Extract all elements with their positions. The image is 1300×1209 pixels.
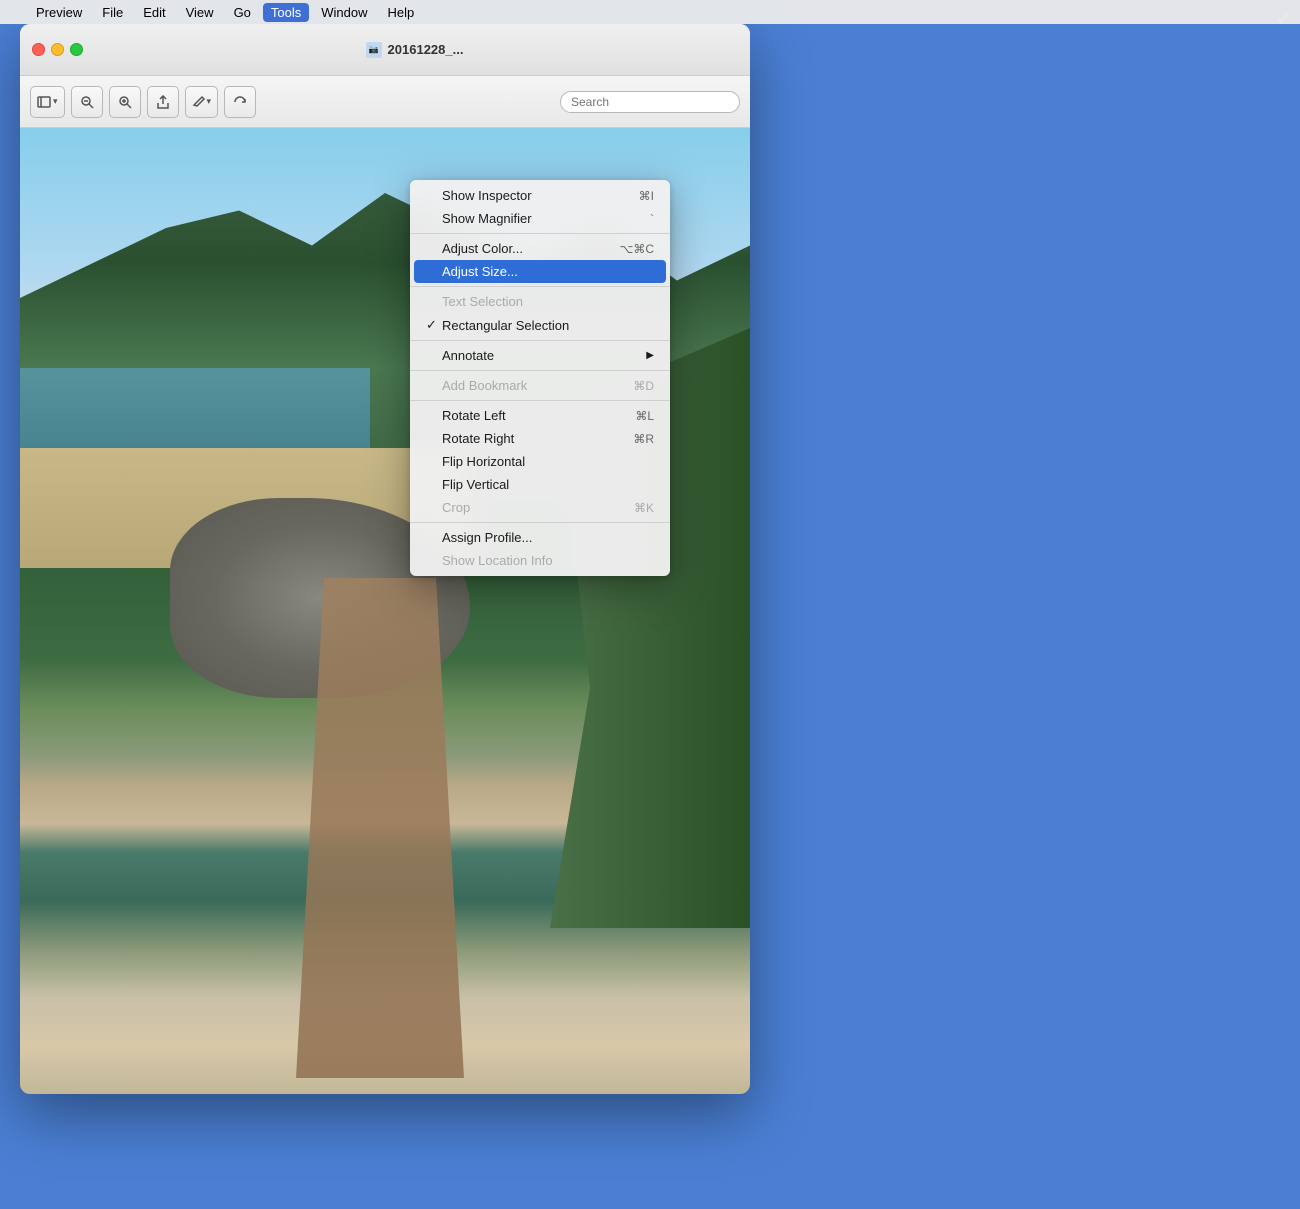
menubar-preview[interactable]: Preview <box>28 3 90 22</box>
zoom-out-button[interactable] <box>71 86 103 118</box>
menu-sep-5 <box>410 400 670 401</box>
zoom-in-button[interactable] <box>109 86 141 118</box>
menu-label-rotate-right: Rotate Right <box>442 431 633 446</box>
title-bar: 📷 20161228_... <box>20 24 750 76</box>
menu-item-show-location-info[interactable]: Show Location Info <box>410 549 670 572</box>
menu-label-rectangular-selection: Rectangular Selection <box>442 318 654 333</box>
rotate-button[interactable] <box>224 86 256 118</box>
menu-item-show-magnifier[interactable]: Show Magnifier ` <box>410 207 670 230</box>
file-icon: 📷 <box>366 42 382 58</box>
menu-label-add-bookmark: Add Bookmark <box>442 378 633 393</box>
menu-item-assign-profile[interactable]: Assign Profile... <box>410 526 670 549</box>
checkmark-rectangular-selection: ✓ <box>426 317 442 333</box>
menu-item-flip-horizontal[interactable]: Flip Horizontal <box>410 450 670 473</box>
menu-sep-3 <box>410 340 670 341</box>
toolbar: ▾ <box>20 76 750 128</box>
menu-label-text-selection: Text Selection <box>442 294 654 309</box>
menu-item-adjust-size[interactable]: Adjust Size... <box>414 260 666 283</box>
menubar-tools[interactable]: Tools <box>263 3 309 22</box>
maximize-button[interactable] <box>70 43 83 56</box>
shortcut-show-inspector: ⌘I <box>639 189 654 203</box>
menu-label-show-inspector: Show Inspector <box>442 188 639 203</box>
menu-item-rotate-left[interactable]: Rotate Left ⌘L <box>410 404 670 427</box>
menu-label-assign-profile: Assign Profile... <box>442 530 654 545</box>
menubar-help[interactable]: Help <box>380 3 423 22</box>
window-title: 20161228_... <box>388 42 464 57</box>
shortcut-crop: ⌘K <box>634 501 654 515</box>
menubar-window[interactable]: Window <box>313 3 375 22</box>
share-button[interactable] <box>147 86 179 118</box>
menu-label-rotate-left: Rotate Left <box>442 408 635 423</box>
menu-item-rotate-right[interactable]: Rotate Right ⌘R <box>410 427 670 450</box>
traffic-lights <box>32 43 83 56</box>
app-window: 📷 20161228_... ▾ <box>20 24 750 1094</box>
sidebar-toggle-button[interactable]: ▾ <box>30 86 65 118</box>
menu-sep-6 <box>410 522 670 523</box>
shortcut-add-bookmark: ⌘D <box>633 379 654 393</box>
menu-item-annotate[interactable]: Annotate ▶ <box>410 344 670 367</box>
menu-sep-2 <box>410 286 670 287</box>
menu-item-rectangular-selection[interactable]: ✓ Rectangular Selection <box>410 313 670 337</box>
minimize-button[interactable] <box>51 43 64 56</box>
menu-label-flip-horizontal: Flip Horizontal <box>442 454 654 469</box>
menu-sep-1 <box>410 233 670 234</box>
search-input[interactable] <box>560 91 740 113</box>
menu-label-show-location-info: Show Location Info <box>442 553 654 568</box>
tools-menu-dropdown: Show Inspector ⌘I Show Magnifier ` Adjus… <box>410 180 670 576</box>
title-bar-center: 📷 20161228_... <box>91 42 738 58</box>
menu-label-flip-vertical: Flip Vertical <box>442 477 654 492</box>
image-area: Show Inspector ⌘I Show Magnifier ` Adjus… <box>20 128 750 1094</box>
shortcut-rotate-left: ⌘L <box>635 409 654 423</box>
menubar-file[interactable]: File <box>94 3 131 22</box>
menubar: Preview File Edit View Go Tools Window H… <box>0 0 1300 24</box>
shortcut-show-magnifier: ` <box>650 212 654 226</box>
menu-item-flip-vertical[interactable]: Flip Vertical <box>410 473 670 496</box>
menu-item-crop[interactable]: Crop ⌘K <box>410 496 670 519</box>
menu-sep-4 <box>410 370 670 371</box>
submenu-arrow-annotate: ▶ <box>646 350 654 361</box>
menubar-go[interactable]: Go <box>226 3 259 22</box>
menu-label-crop: Crop <box>442 500 634 515</box>
menubar-edit[interactable]: Edit <box>135 3 173 22</box>
menu-label-adjust-size: Adjust Size... <box>442 264 654 279</box>
menu-label-show-magnifier: Show Magnifier <box>442 211 650 226</box>
menu-label-annotate: Annotate <box>442 348 646 363</box>
menu-item-text-selection[interactable]: Text Selection <box>410 290 670 313</box>
markup-button[interactable]: ▾ <box>185 86 219 118</box>
menu-label-adjust-color: Adjust Color... <box>442 241 620 256</box>
menu-item-adjust-color[interactable]: Adjust Color... ⌥⌘C <box>410 237 670 260</box>
shortcut-adjust-color: ⌥⌘C <box>620 242 655 256</box>
close-button[interactable] <box>32 43 45 56</box>
menubar-view[interactable]: View <box>178 3 222 22</box>
menu-item-show-inspector[interactable]: Show Inspector ⌘I <box>410 184 670 207</box>
shortcut-rotate-right: ⌘R <box>633 432 654 446</box>
menu-item-add-bookmark[interactable]: Add Bookmark ⌘D <box>410 374 670 397</box>
